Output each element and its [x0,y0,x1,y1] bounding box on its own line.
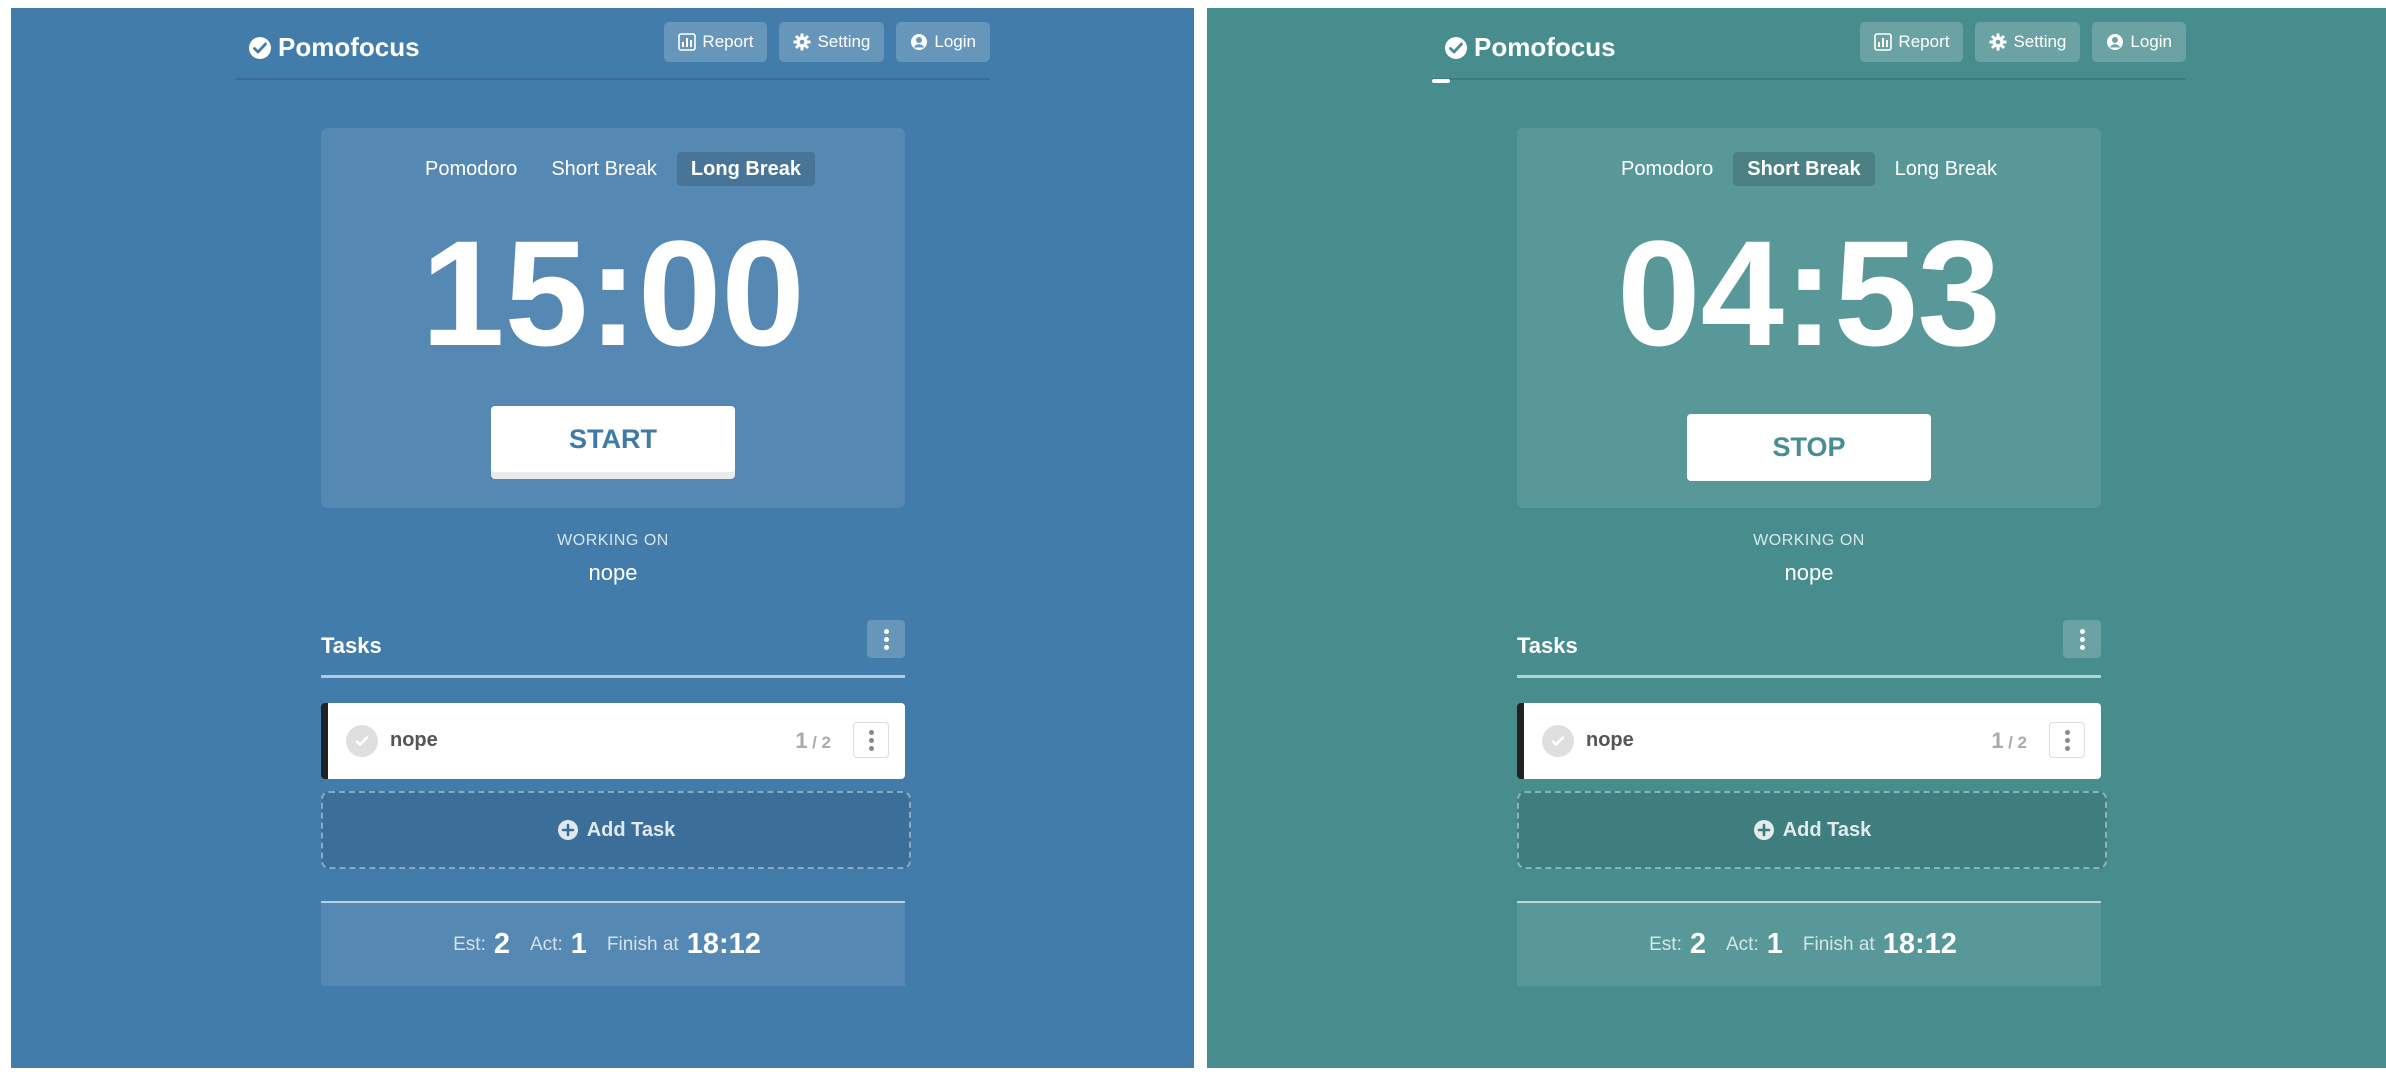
finish-time: 18:12 [686,928,761,960]
tasks-header: Tasks [1517,620,2101,678]
report-label: Report [702,32,754,51]
timer-card: Pomodoro Short Break Long Break 04:53 ST… [1517,128,2101,508]
pomodoro-panel-left: Pomofocus Report Setting Login Pomodoro … [11,8,1194,1068]
tab-long-break[interactable]: Long Break [1881,152,2011,186]
header: Pomofocus Report Setting Login [1432,8,2186,80]
add-task-button[interactable]: Add Task [1517,791,2107,869]
more-vertical-icon [883,628,889,650]
task-menu-button[interactable] [2049,722,2085,758]
summary-bar: Est: 2 Act: 1 Finish at 18:12 [1517,901,2101,986]
finish-label: Finish at [606,933,679,955]
task-menu-button[interactable] [853,722,889,758]
est-label: Est: [453,933,486,955]
bar-chart-icon [1874,33,1893,51]
user-circle-icon [911,34,928,50]
brand-logo[interactable]: Pomofocus [1444,32,1616,63]
add-task-label: Add Task [586,818,676,841]
add-task-button[interactable]: Add Task [321,791,911,869]
task-act-count: 1 [795,728,808,753]
act-label: Act: [530,933,563,955]
setting-button[interactable]: Setting [779,22,885,62]
brand-name: Pomofocus [278,32,420,62]
tasks-title: Tasks [321,633,382,658]
check-circle-icon [249,36,271,59]
tab-long-break[interactable]: Long Break [676,152,815,186]
tab-short-break[interactable]: Short Break [1733,152,1875,186]
tab-pomodoro[interactable]: Pomodoro [411,152,531,186]
check-icon [1551,736,1565,746]
pomodoro-panel-right: Pomofocus Report Setting Login Pomodoro … [1207,8,2386,1068]
report-label: Report [1898,32,1950,51]
working-on-label: WORKING ON [1753,532,1865,549]
plus-circle-icon [557,820,578,840]
setting-label: Setting [817,32,871,51]
stop-button[interactable]: STOP [1687,414,1931,481]
task-est-count: / 2 [812,733,831,752]
summary-bar: Est: 2 Act: 1 Finish at 18:12 [321,901,905,986]
header: Pomofocus Report Setting Login [236,8,990,80]
gear-icon [793,33,811,51]
tasks-title: Tasks [1517,633,1578,658]
timer-card: Pomodoro Short Break Long Break 15:00 ST… [321,128,905,508]
task-item[interactable]: nope 1 / 2 [1517,703,2101,779]
check-circle-icon [1445,36,1467,59]
more-vertical-icon [2079,628,2085,650]
tasks-menu-button[interactable] [2063,620,2101,658]
report-button[interactable]: Report [1860,22,1964,62]
working-on-task: nope [1784,560,1834,585]
tasks-menu-button[interactable] [867,620,905,658]
brand-name: Pomofocus [1474,32,1616,62]
timer-display: 04:53 [1617,209,2001,377]
start-button[interactable]: START [491,406,735,472]
act-value: 1 [570,928,587,960]
gear-icon [1989,33,2007,51]
task-item[interactable]: nope 1 / 2 [321,703,905,779]
timer-progress-bar [1432,79,1450,83]
working-on-task: nope [588,560,638,585]
mode-tabs: Pomodoro Short Break Long Break [321,152,905,186]
task-name: nope [1586,729,1634,751]
act-value: 1 [1766,928,1783,960]
more-vertical-icon [868,729,874,751]
act-label: Act: [1726,933,1759,955]
login-label: Login [2130,32,2172,51]
task-pomodoro-count: 1 / 2 [795,728,831,754]
setting-button[interactable]: Setting [1975,22,2081,62]
check-icon [355,736,369,746]
setting-label: Setting [2013,32,2067,51]
task-done-toggle[interactable] [1542,725,1574,757]
login-label: Login [934,32,976,51]
tab-pomodoro[interactable]: Pomodoro [1607,152,1727,186]
more-vertical-icon [2064,729,2070,751]
task-name: nope [390,729,438,751]
timer-display: 15:00 [421,209,805,377]
working-on-label: WORKING ON [557,532,669,549]
login-button[interactable]: Login [896,22,990,62]
est-value: 2 [493,928,510,960]
tasks-header: Tasks [321,620,905,678]
mode-tabs: Pomodoro Short Break Long Break [1517,152,2101,186]
add-task-label: Add Task [1782,818,1872,841]
task-pomodoro-count: 1 / 2 [1991,728,2027,754]
task-est-count: / 2 [2008,733,2027,752]
brand-logo[interactable]: Pomofocus [248,32,420,63]
report-button[interactable]: Report [664,22,768,62]
login-button[interactable]: Login [2092,22,2186,62]
finish-label: Finish at [1802,933,1875,955]
task-act-count: 1 [1991,728,2004,753]
user-circle-icon [2107,34,2124,50]
task-done-toggle[interactable] [346,725,378,757]
top-nav: Report Setting Login [1860,22,2186,62]
tab-short-break[interactable]: Short Break [537,152,671,186]
top-nav: Report Setting Login [664,22,990,62]
est-label: Est: [1649,933,1682,955]
finish-time: 18:12 [1882,928,1957,960]
est-value: 2 [1689,928,1706,960]
bar-chart-icon [678,33,697,51]
plus-circle-icon [1753,820,1774,840]
